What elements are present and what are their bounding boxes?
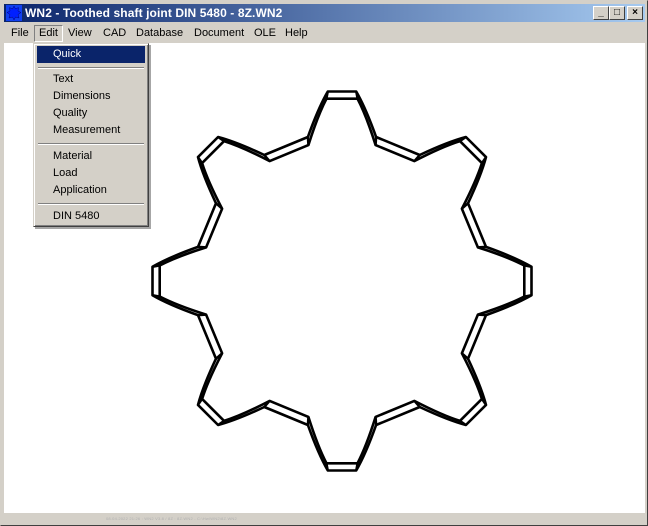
status-strip <box>4 513 645 523</box>
tip-chamfer-line <box>524 264 532 268</box>
menu-view[interactable]: View <box>64 25 96 42</box>
edit-menu-quality[interactable]: Quality <box>37 105 145 122</box>
menu-separator <box>38 143 144 145</box>
tip-chamfer-line <box>355 91 359 99</box>
menu-help[interactable]: Help <box>281 25 312 42</box>
tooth-chamfer-lines <box>152 91 532 471</box>
menu-bar: File Edit View CAD Database Document OLE… <box>4 24 645 43</box>
edit-menu-quick[interactable]: Quick <box>37 46 145 63</box>
menu-edit[interactable]: Edit <box>34 25 63 42</box>
edit-menu-dimensions[interactable]: Dimensions <box>37 88 145 105</box>
tip-chamfer-line <box>355 463 359 471</box>
close-icon: × <box>632 7 638 18</box>
minimize-button[interactable]: _ <box>593 6 609 20</box>
edit-menu-dropdown: Quick Text Dimensions Quality Measuremen… <box>33 43 149 227</box>
maximize-icon: □ <box>613 7 621 18</box>
edit-menu-material[interactable]: Material <box>37 148 145 165</box>
menu-document[interactable]: Document <box>190 25 248 42</box>
tip-chamfer-line <box>524 294 532 298</box>
app-window: WN2 - Toothed shaft joint DIN 5480 - 8Z.… <box>0 0 648 526</box>
window-title: WN2 - Toothed shaft joint DIN 5480 - 8Z.… <box>25 6 283 20</box>
gear-app-icon[interactable] <box>6 5 22 21</box>
menu-separator <box>38 203 144 205</box>
maximize-button[interactable]: □ <box>609 6 625 20</box>
shaft-profile <box>158 97 526 465</box>
menu-separator <box>38 67 144 69</box>
edit-menu-load[interactable]: Load <box>37 165 145 182</box>
menu-ole[interactable]: OLE <box>250 25 280 42</box>
edit-menu-text[interactable]: Text <box>37 71 145 88</box>
menu-file[interactable]: File <box>7 25 33 42</box>
edit-menu-measurement[interactable]: Measurement <box>37 122 145 139</box>
minimize-icon: _ <box>598 7 604 18</box>
close-button[interactable]: × <box>627 6 643 20</box>
edit-menu-application[interactable]: Application <box>37 182 145 199</box>
tip-chamfer-line <box>325 463 329 471</box>
tip-chamfer-line <box>325 91 329 99</box>
menu-database[interactable]: Database <box>132 25 187 42</box>
footer-info-text: 08.04.2022 21:26 : WN2 V3.8 / 8Z : 8Z.WN… <box>106 516 237 521</box>
edit-menu-din5480[interactable]: DIN 5480 <box>37 208 145 225</box>
tip-chamfer-line <box>152 294 160 298</box>
tip-chamfer-line <box>152 264 160 268</box>
title-bar[interactable]: WN2 - Toothed shaft joint DIN 5480 - 8Z.… <box>4 4 645 22</box>
menu-cad[interactable]: CAD <box>99 25 130 42</box>
hub-profile <box>151 90 533 472</box>
